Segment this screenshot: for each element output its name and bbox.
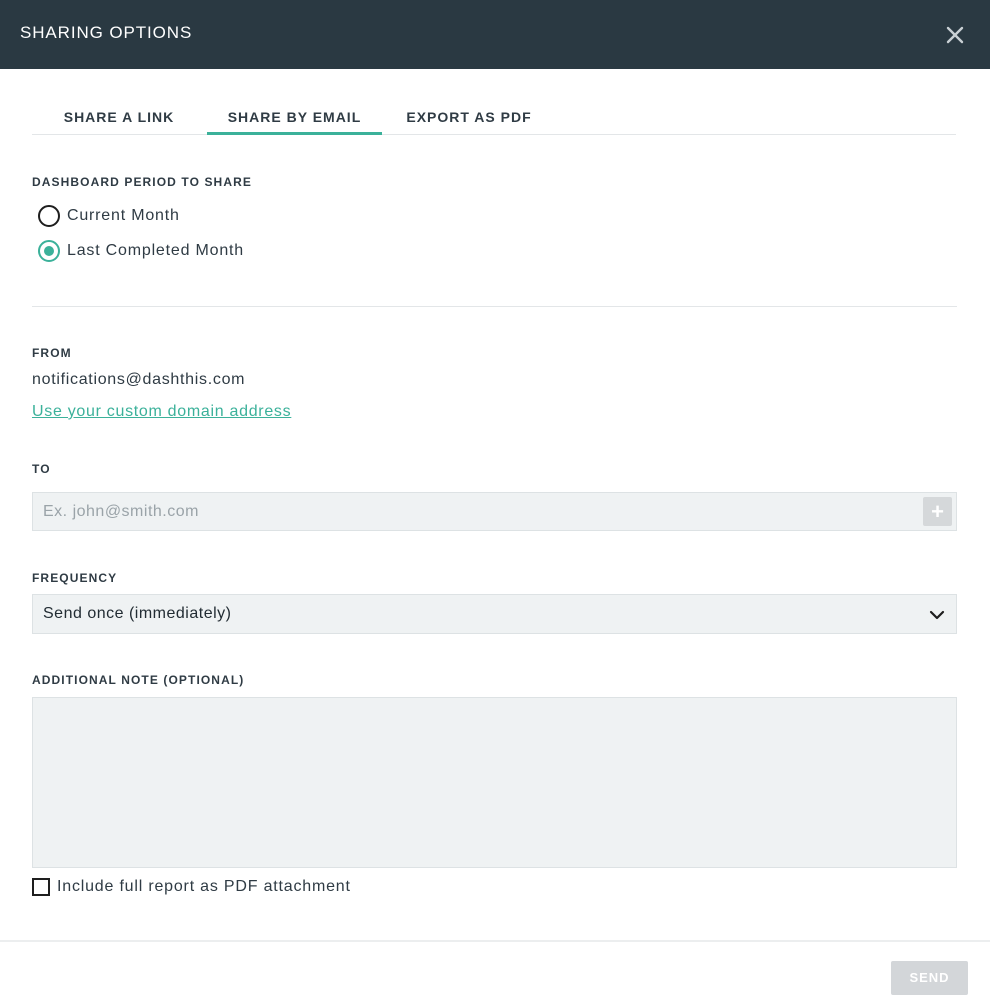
tab-share-email[interactable]: SHARE BY EMAIL bbox=[207, 98, 382, 135]
frequency-selected-value: Send once (immediately) bbox=[43, 605, 232, 622]
dialog-header: SHARING OPTIONS bbox=[0, 0, 990, 69]
add-recipient-button[interactable]: + bbox=[923, 497, 952, 526]
to-label: TO bbox=[32, 462, 51, 476]
from-label: FROM bbox=[32, 346, 72, 360]
radio-label: Current Month bbox=[67, 207, 180, 224]
pdf-attachment-checkbox[interactable] bbox=[32, 878, 50, 896]
note-label: ADDITIONAL NOTE (OPTIONAL) bbox=[32, 673, 245, 687]
radio-button-selected[interactable] bbox=[38, 240, 60, 262]
to-email-input[interactable] bbox=[32, 492, 957, 531]
close-icon bbox=[946, 26, 964, 44]
send-button[interactable]: SEND bbox=[891, 961, 968, 995]
tab-bar: SHARE A LINK SHARE BY EMAIL EXPORT AS PD… bbox=[32, 98, 956, 135]
frequency-label: FREQUENCY bbox=[32, 571, 118, 585]
pdf-attachment-label: Include full report as PDF attachment bbox=[57, 878, 351, 895]
additional-note-textarea[interactable] bbox=[32, 697, 957, 868]
section-divider bbox=[32, 306, 957, 307]
footer-divider bbox=[0, 940, 990, 942]
frequency-select[interactable]: Send once (immediately) bbox=[32, 594, 957, 634]
chevron-down-icon bbox=[929, 610, 945, 620]
radio-last-completed-month[interactable]: Last Completed Month bbox=[38, 239, 244, 263]
radio-label: Last Completed Month bbox=[67, 242, 244, 259]
period-label: DASHBOARD PERIOD TO SHARE bbox=[32, 175, 252, 189]
pdf-attachment-option[interactable]: Include full report as PDF attachment bbox=[32, 877, 351, 897]
tab-export-pdf[interactable]: EXPORT AS PDF bbox=[388, 98, 550, 135]
custom-domain-link[interactable]: Use your custom domain address bbox=[32, 403, 291, 421]
radio-current-month[interactable]: Current Month bbox=[38, 204, 180, 228]
close-button[interactable] bbox=[940, 20, 970, 50]
radio-button[interactable] bbox=[38, 205, 60, 227]
dialog-title: SHARING OPTIONS bbox=[20, 23, 193, 42]
from-email: notifications@dashthis.com bbox=[32, 371, 246, 388]
tab-share-link[interactable]: SHARE A LINK bbox=[32, 98, 206, 135]
